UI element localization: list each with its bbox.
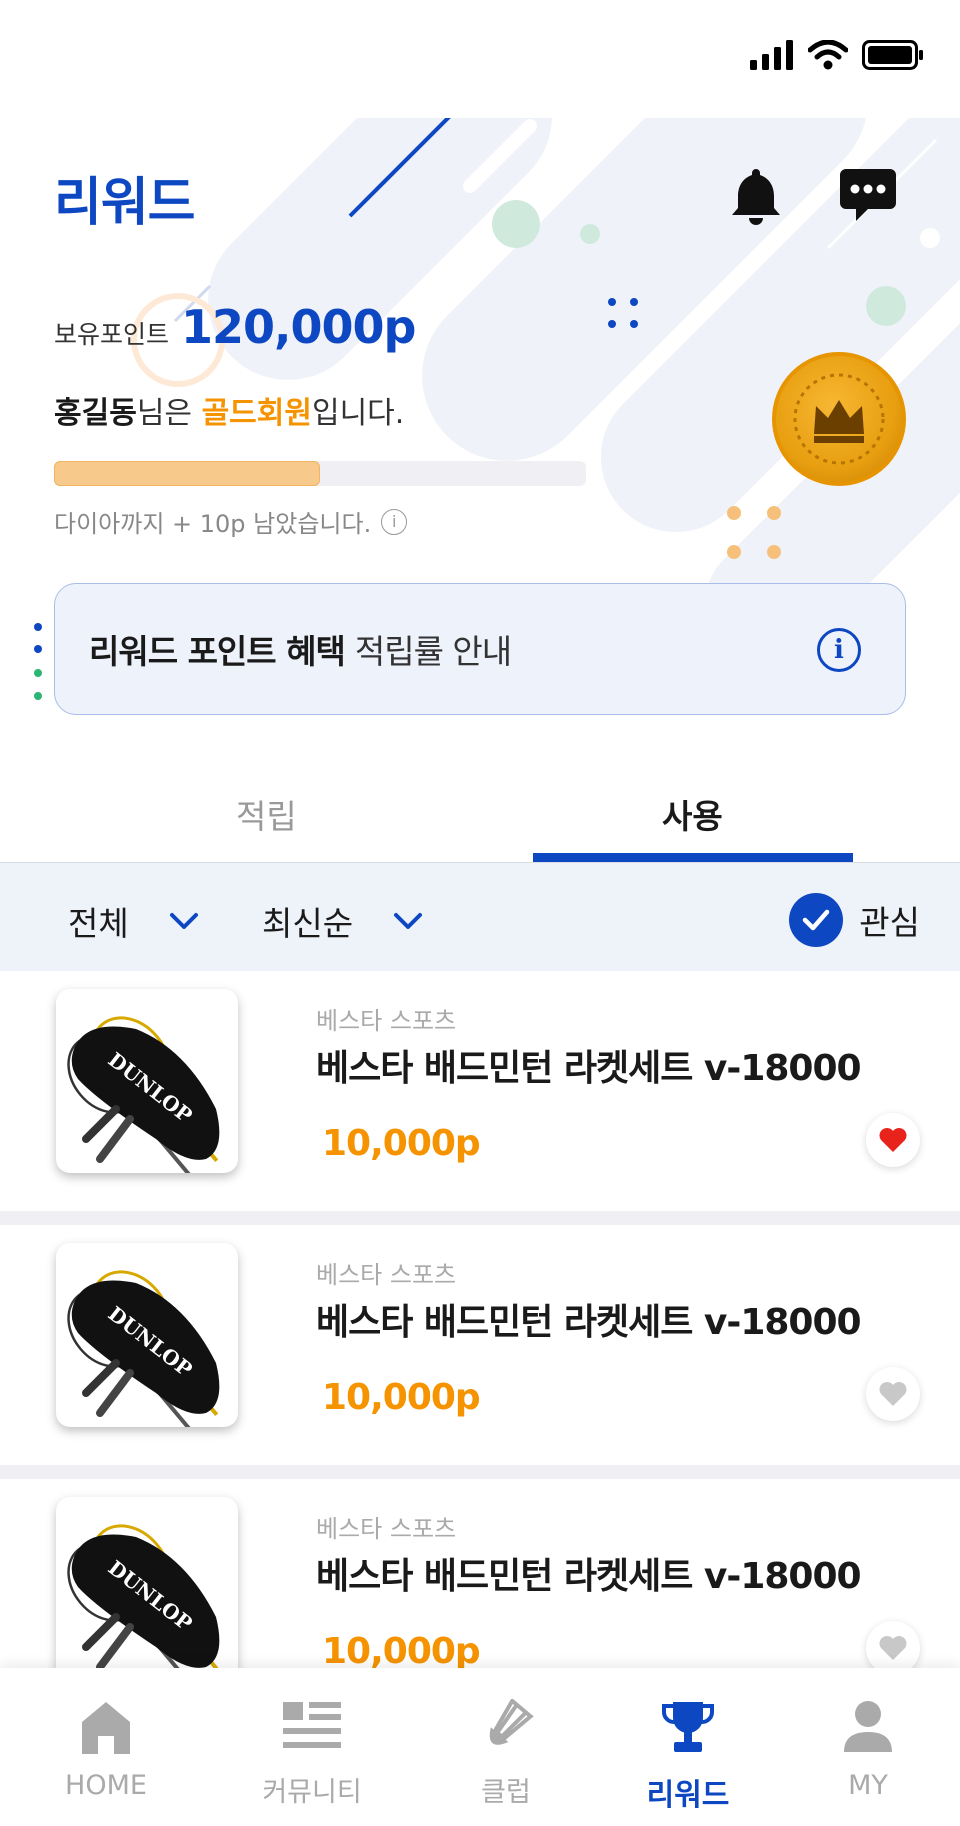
- signal-icon: [750, 40, 793, 70]
- product-price: 10,000p: [322, 1377, 481, 1418]
- interest-label: 관심: [859, 903, 920, 942]
- notifications-button[interactable]: [728, 166, 784, 226]
- favorite-button[interactable]: [866, 1367, 920, 1421]
- product-name: 베스타 배드민턴 라켓세트 v-18000: [316, 1556, 862, 1597]
- news-icon: [283, 1702, 341, 1748]
- product-list: DUNLOP 베스타 스포츠 베스타 배드민턴 라켓세트 v-18000 10,…: [0, 971, 960, 1733]
- membership-suffix: 입니다.: [311, 396, 405, 431]
- nav-label-community: 커뮤니티: [262, 1777, 362, 1808]
- list-divider: [0, 1211, 960, 1225]
- bottom-navigation: HOME 커뮤니티 클럽 리워드 MY: [0, 1668, 960, 1826]
- trophy-icon: [661, 1702, 715, 1752]
- benefit-title: 리워드 포인트 혜택: [89, 632, 346, 671]
- points-label: 보유포인트: [54, 320, 170, 349]
- product-item[interactable]: DUNLOP 베스타 스포츠 베스타 배드민턴 라켓세트 v-18000 10,…: [0, 1225, 960, 1465]
- membership-line: 홍길동님은 골드회원입니다.: [54, 388, 404, 432]
- status-bar: [0, 0, 960, 118]
- grade-progress-fill: [54, 461, 320, 486]
- sort-dropdown[interactable]: 최신순: [262, 897, 423, 945]
- nav-label-my: MY: [848, 1770, 888, 1801]
- nav-item-community[interactable]: 커뮤니티: [216, 1668, 408, 1826]
- product-item[interactable]: DUNLOP 베스타 스포츠 베스타 배드민턴 라켓세트 v-18000 10,…: [0, 971, 960, 1211]
- progress-note: 다이아까지 + 10p 남았습니다. i: [54, 504, 408, 539]
- gold-medal-badge: [772, 352, 906, 486]
- product-thumbnail: DUNLOP: [56, 1243, 238, 1427]
- member-grade: 골드회원: [201, 396, 312, 431]
- points-summary: 보유포인트 120,000p: [54, 300, 416, 354]
- nav-label-home: HOME: [65, 1770, 147, 1801]
- messages-button[interactable]: [840, 168, 896, 224]
- product-price: 10,000p: [322, 1631, 481, 1672]
- product-thumbnail: DUNLOP: [56, 989, 238, 1173]
- reward-benefit-card[interactable]: 리워드 포인트 혜택 적립률 안내 i: [54, 583, 906, 715]
- heart-icon: [879, 1636, 907, 1660]
- nav-item-club[interactable]: 클럽: [410, 1668, 602, 1826]
- page-title: 리워드: [54, 173, 196, 233]
- product-price: 10,000p: [322, 1123, 481, 1164]
- chat-bubble-icon: [840, 169, 896, 221]
- heart-icon: [879, 1382, 907, 1406]
- home-icon: [82, 1702, 130, 1754]
- product-brand: 베스타 스포츠: [316, 1007, 457, 1035]
- nav-label-rewards: 리워드: [646, 1778, 730, 1813]
- racket-bag-image: DUNLOP: [67, 1270, 220, 1427]
- membership-mid: 님은: [136, 396, 202, 431]
- favorite-button[interactable]: [866, 1113, 920, 1167]
- racket-bag-image: DUNLOP: [67, 1524, 220, 1681]
- shuttlecock-icon: [489, 1699, 534, 1745]
- wifi-icon: [808, 40, 848, 70]
- member-name: 홍길동: [54, 396, 137, 431]
- nav-label-club: 클럽: [481, 1777, 531, 1808]
- grade-progress-bar: [54, 461, 586, 486]
- checkmark-icon: [789, 893, 844, 947]
- nav-item-home[interactable]: HOME: [10, 1668, 202, 1826]
- info-icon[interactable]: i: [381, 508, 408, 535]
- product-name: 베스타 배드민턴 라켓세트 v-18000: [316, 1302, 862, 1343]
- list-divider: [0, 1465, 960, 1479]
- category-dropdown[interactable]: 전체: [68, 897, 199, 945]
- nav-item-my[interactable]: MY: [772, 1668, 960, 1826]
- active-tab-indicator: [533, 853, 853, 862]
- info-icon[interactable]: i: [817, 628, 861, 672]
- bell-icon: [732, 169, 780, 225]
- favorite-button[interactable]: [866, 1621, 920, 1675]
- product-name: 베스타 배드민턴 라켓세트 v-18000: [316, 1048, 862, 1089]
- chevron-down-icon: [169, 913, 198, 929]
- benefit-subtitle: 적립률 안내: [354, 632, 512, 671]
- product-thumbnail: DUNLOP: [56, 1497, 238, 1681]
- battery-icon: [862, 40, 923, 70]
- person-icon: [844, 1701, 892, 1752]
- chevron-down-icon: [394, 913, 423, 929]
- nav-item-rewards[interactable]: 리워드: [592, 1668, 784, 1826]
- crown-laurel-icon: [793, 373, 885, 465]
- heart-icon: [879, 1128, 907, 1152]
- progress-note-text: 다이아까지 + 10p 남았습니다.: [54, 510, 372, 538]
- product-brand: 베스타 스포츠: [316, 1515, 457, 1543]
- product-brand: 베스타 스포츠: [316, 1261, 457, 1289]
- tab-use[interactable]: 사용: [662, 790, 723, 838]
- interest-filter-toggle[interactable]: 관심: [789, 893, 920, 947]
- sort-value: 최신순: [262, 904, 354, 943]
- racket-bag-image: DUNLOP: [67, 1016, 220, 1173]
- filter-bar: 전체 최신순 관심: [0, 863, 960, 971]
- points-value: 120,000p: [181, 300, 416, 354]
- tab-bar: 적립 사용: [0, 760, 960, 863]
- category-value: 전체: [68, 904, 129, 943]
- tab-earn[interactable]: 적립: [236, 790, 297, 838]
